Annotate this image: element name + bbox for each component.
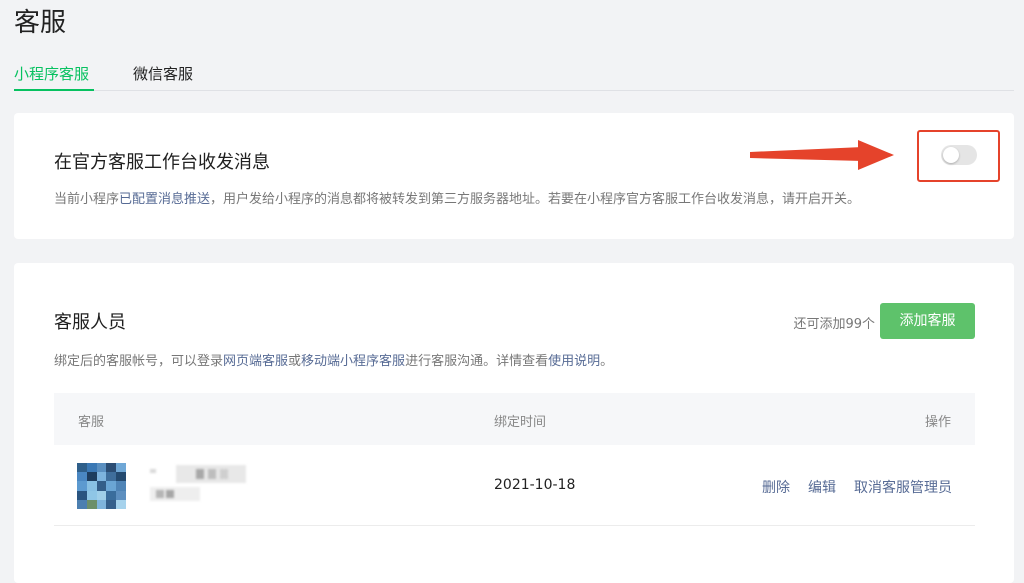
tab-underline [14,89,94,91]
desc-text: 进行客服沟通。详情查看 [405,354,549,369]
staff-name-blurred [150,463,246,507]
official-workbench-card: 在官方客服工作台收发消息 当前小程序已配置消息推送，用户发给小程序的消息都将被转… [14,113,1014,239]
switch-knob [943,147,959,163]
column-staff: 客服 [78,415,105,430]
tab-label: 微信客服 [133,65,194,83]
help-link[interactable]: 使用说明 [548,354,600,369]
desc-text: 绑定后的客服帐号，可以登录 [54,354,224,369]
column-bind-time: 绑定时间 [494,415,547,430]
workbench-toggle-switch[interactable] [941,145,977,165]
table-header: 客服 绑定时间 操作 [54,393,975,445]
staff-title: 客服人员 [54,312,126,333]
desc-text: 。 [600,354,614,369]
staff-card: 客服人员 还可添加99个 添加客服 绑定后的客服帐号，可以登录网页端客服或移动端… [14,263,1014,583]
column-actions: 操作 [924,415,951,430]
staff-desc: 绑定后的客服帐号，可以登录网页端客服或移动端小程序客服进行客服沟通。详情查看使用… [54,350,613,369]
delete-link[interactable]: 删除 [762,477,790,497]
official-workbench-desc: 当前小程序已配置消息推送，用户发给小程序的消息都将被转发到第三方服务器地址。若要… [54,188,860,207]
arrow-head [858,140,894,170]
table-row: 2021-10-18 删除 编辑 取消客服管理员 [54,445,975,526]
tab-label: 小程序客服 [14,65,90,83]
annotation-arrow-icon [750,140,894,170]
switch-highlight-box [917,130,1000,182]
add-staff-button[interactable]: 添加客服 [880,303,975,339]
avatar [77,463,126,509]
message-push-link[interactable]: 已配置消息推送 [119,192,210,207]
desc-text: ，用户发给小程序的消息都将被转发到第三方服务器地址。若要在小程序官方客服工作台收… [210,192,861,207]
tab-bar: 小程序客服 微信客服 [14,52,1014,91]
arrow-shaft [750,147,863,161]
bind-time: 2021-10-18 [494,477,576,493]
revoke-admin-link[interactable]: 取消客服管理员 [854,477,952,497]
page-title: 客服 [14,8,67,38]
web-service-link[interactable]: 网页端客服 [223,354,288,369]
desc-text: 当前小程序 [54,192,120,207]
desc-text: 或 [288,354,302,369]
edit-link[interactable]: 编辑 [808,477,836,497]
remaining-count: 还可添加99个 [793,317,875,332]
mobile-service-link[interactable]: 移动端小程序客服 [301,354,405,369]
tab-wechat-service[interactable]: 微信客服 [133,63,193,84]
official-workbench-title: 在官方客服工作台收发消息 [54,152,270,173]
tab-miniprogram-service[interactable]: 小程序客服 [14,63,89,84]
